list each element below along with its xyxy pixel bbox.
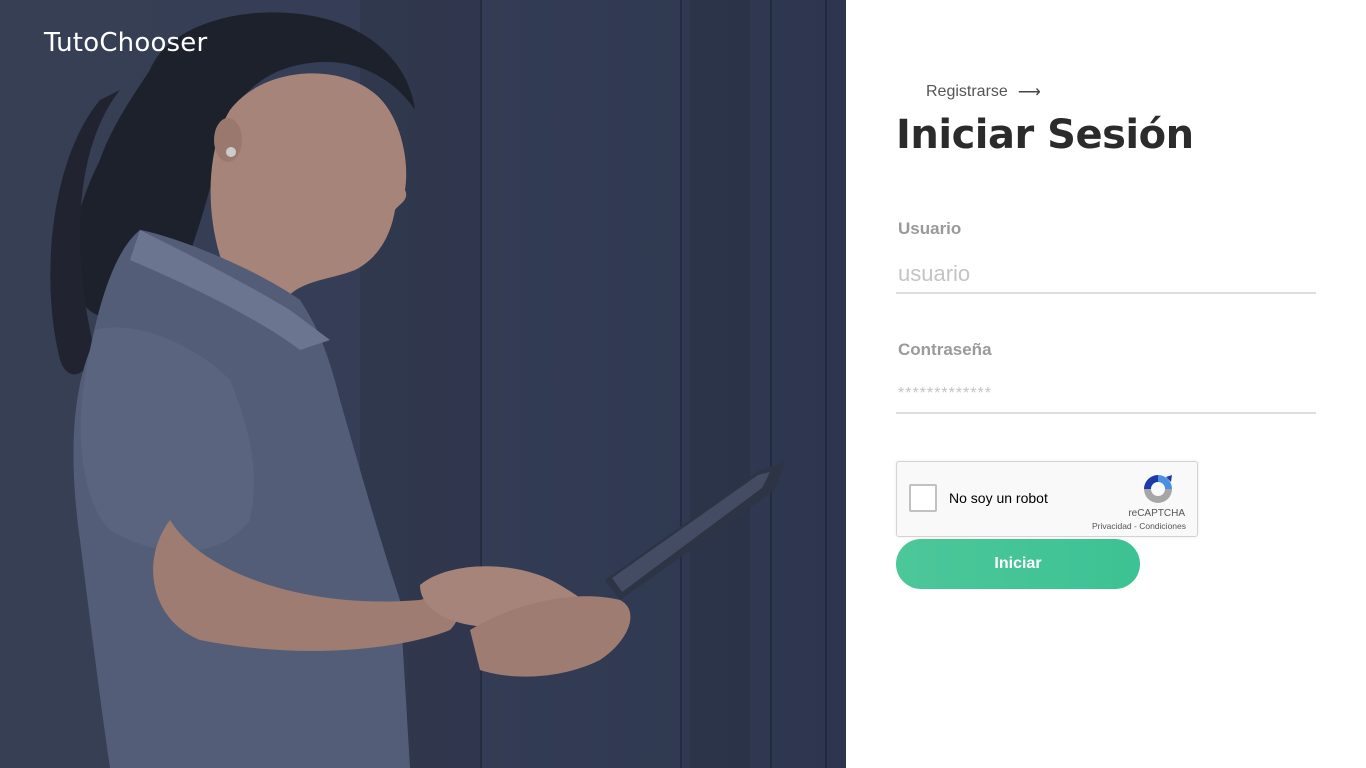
hero-panel: TutoChooser xyxy=(0,0,846,768)
recaptcha-terms-link[interactable]: Condiciones xyxy=(1139,521,1186,531)
login-panel: Registrarse ⟶ Iniciar Sesión Usuario Con… xyxy=(846,0,1366,768)
username-input[interactable] xyxy=(896,256,1316,294)
recaptcha-privacy-link[interactable]: Privacidad xyxy=(1092,521,1132,531)
register-link-label: Registrarse xyxy=(926,83,1008,100)
recaptcha-terms: Privacidad - Condiciones xyxy=(1092,521,1186,531)
arrow-right-icon: ⟶ xyxy=(1017,84,1041,101)
register-link[interactable]: Registrarse ⟶ xyxy=(926,82,1041,102)
login-button[interactable]: Iniciar xyxy=(896,539,1140,589)
password-label: Contraseña xyxy=(898,340,992,359)
recaptcha-label: No soy un robot xyxy=(949,490,1048,506)
recaptcha-brand: reCAPTCHA xyxy=(1128,508,1185,519)
recaptcha-icon xyxy=(1144,475,1172,503)
brand-logo[interactable]: TutoChooser xyxy=(44,28,207,58)
password-input[interactable] xyxy=(896,376,1316,414)
recaptcha-checkbox[interactable] xyxy=(909,484,937,512)
username-label: Usuario xyxy=(898,219,962,238)
hero-overlay xyxy=(0,0,846,768)
page-title: Iniciar Sesión xyxy=(896,112,1194,158)
recaptcha-widget: No soy un robot reCAPTCHA Privacidad - C… xyxy=(896,461,1198,537)
